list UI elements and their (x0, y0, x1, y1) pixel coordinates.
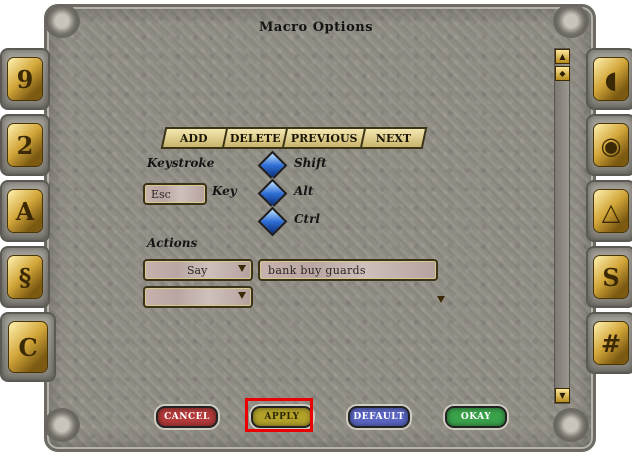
ctrl-label: Ctrl (294, 212, 320, 226)
tab-triangle-icon: △ (594, 190, 628, 232)
tab-2[interactable]: 2 (0, 114, 50, 176)
tab-a[interactable]: A (0, 180, 50, 242)
tab-eye-icon: ◉ (594, 124, 628, 166)
tab-2-icon: 2 (8, 124, 42, 166)
tab-9[interactable]: 9 (0, 48, 50, 110)
okay-button[interactable]: OKAY (445, 406, 507, 428)
tab-s[interactable]: S (586, 246, 632, 308)
chevron-down-icon[interactable] (238, 265, 246, 272)
tab-helm-icon: ◖ (594, 58, 628, 100)
next-label: NEXT (376, 131, 412, 145)
macro-command-bar: ADD DELETE PREVIOUS NEXT (160, 127, 428, 149)
tab-helm[interactable]: ◖ (586, 48, 632, 110)
scroll-down-button[interactable]: ▼ (555, 388, 570, 403)
action-argument-input[interactable]: bank buy guards (258, 259, 438, 281)
scroll-thumb[interactable]: ◆ (555, 66, 570, 81)
tab-grid[interactable]: # (586, 312, 632, 374)
scroll-up-button[interactable]: ▲ (555, 49, 570, 64)
tab-rune[interactable]: § (0, 246, 50, 308)
action-select[interactable] (143, 286, 253, 308)
tab-rune-icon: § (8, 256, 42, 298)
previous-label: PREVIOUS (291, 131, 358, 145)
tab-grid-icon: # (594, 322, 628, 364)
options-panel (44, 4, 596, 452)
tab-a-icon: A (8, 190, 42, 232)
tab-macro-icon: C (9, 322, 47, 372)
default-button[interactable]: DEFAULT (348, 406, 410, 428)
window-title: Macro Options (258, 20, 374, 35)
scrollbar[interactable] (554, 48, 570, 404)
delete-label: DELETE (229, 131, 281, 145)
key-field[interactable]: Esc (143, 183, 207, 205)
cancel-button[interactable]: CANCEL (156, 406, 218, 428)
action-argument-value: bank buy guards (268, 263, 366, 277)
action-value: Say (187, 263, 208, 277)
tab-triangle[interactable]: △ (586, 180, 632, 242)
tab-9-icon: 9 (8, 58, 42, 100)
apply-highlight-box (245, 398, 313, 432)
actions-label: Actions (147, 236, 198, 250)
key-value: Esc (151, 187, 171, 201)
tab-macro[interactable]: C (0, 312, 56, 382)
chevron-down-icon[interactable] (238, 292, 246, 299)
corner-ornament-icon (555, 410, 587, 440)
tab-eye[interactable]: ◉ (586, 114, 632, 176)
tab-s-icon: S (594, 256, 628, 298)
alt-label: Alt (294, 184, 314, 198)
key-label: Key (212, 184, 237, 198)
chevron-down-icon[interactable] (437, 296, 445, 303)
action-select[interactable]: Say (143, 259, 253, 281)
add-label: ADD (180, 131, 209, 145)
delete-button[interactable]: DELETE (223, 129, 289, 147)
shift-label: Shift (294, 156, 327, 170)
previous-button[interactable]: PREVIOUS (284, 129, 367, 147)
keystroke-label: Keystroke (147, 156, 215, 170)
corner-ornament-icon (46, 410, 78, 440)
add-button[interactable]: ADD (163, 129, 228, 147)
next-button[interactable]: NEXT (362, 129, 424, 147)
